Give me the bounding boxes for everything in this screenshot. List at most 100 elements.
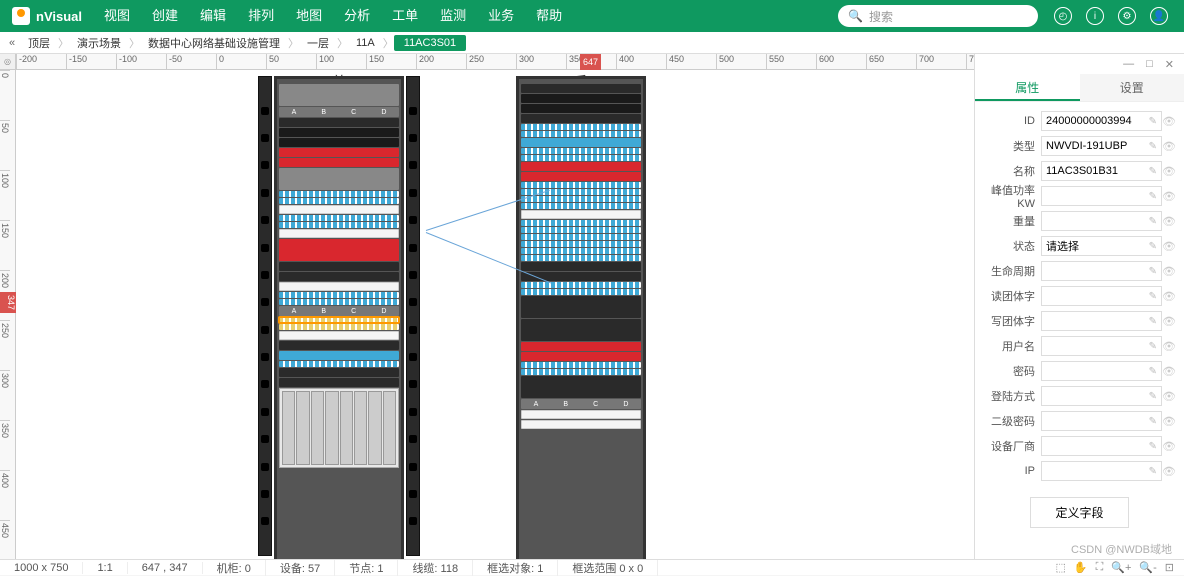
rack-unit[interactable]	[279, 118, 399, 127]
rack-unit[interactable]	[521, 248, 641, 254]
menu-workorder[interactable]: 工单	[382, 0, 428, 32]
rack-unit[interactable]	[521, 342, 641, 351]
rack-unit[interactable]	[279, 138, 399, 147]
prop-input[interactable]: 24000000003994✎	[1041, 111, 1162, 131]
clock-icon[interactable]: ◴	[1054, 7, 1072, 25]
rack-unit[interactable]	[279, 222, 399, 228]
rack-unit[interactable]	[279, 378, 399, 387]
rack-unit[interactable]	[279, 158, 399, 167]
edit-icon[interactable]: ✎	[1149, 116, 1157, 127]
visibility-icon[interactable]: 👁	[1162, 440, 1176, 453]
rack-unit[interactable]	[521, 203, 641, 209]
rack-unit[interactable]	[521, 282, 641, 288]
bc-dc[interactable]: 数据中心网络基础设施管理	[140, 35, 288, 51]
rack-unit[interactable]	[521, 94, 641, 103]
bc-active[interactable]: 11AC3S01	[394, 35, 466, 51]
edit-icon[interactable]: ✎	[1149, 141, 1157, 152]
prop-input[interactable]: NWVDI-191UBP✎	[1041, 136, 1162, 156]
visibility-icon[interactable]: 👁	[1162, 315, 1176, 328]
rack-unit[interactable]	[279, 331, 399, 340]
panel-max-icon[interactable]: □	[1146, 58, 1153, 70]
rack-unit[interactable]	[521, 319, 641, 341]
rack-unit[interactable]	[279, 168, 399, 190]
rack-unit[interactable]	[279, 262, 399, 271]
rack-unit[interactable]	[521, 182, 641, 188]
edit-icon[interactable]: ✎	[1149, 291, 1157, 302]
rack-unit[interactable]	[521, 262, 641, 271]
search-input[interactable]: 🔍 搜索	[838, 5, 1038, 27]
rack-unit[interactable]	[521, 104, 641, 113]
prop-input[interactable]: ✎	[1041, 211, 1162, 231]
edit-icon[interactable]: ✎	[1149, 466, 1157, 477]
prop-input[interactable]: ✎	[1041, 361, 1162, 381]
rack-unit[interactable]	[521, 296, 641, 318]
prop-input[interactable]: ✎	[1041, 411, 1162, 431]
visibility-icon[interactable]: 👁	[1162, 115, 1176, 128]
menu-help[interactable]: 帮助	[526, 0, 572, 32]
prop-input[interactable]: ✎	[1041, 336, 1162, 356]
edit-icon[interactable]: ✎	[1149, 391, 1157, 402]
rack-unit[interactable]	[521, 369, 641, 375]
rack-unit[interactable]	[279, 351, 399, 360]
visibility-icon[interactable]: 👁	[1162, 140, 1176, 153]
tool-pointer-icon[interactable]: ⬚	[1055, 561, 1065, 574]
edit-icon[interactable]: ✎	[1149, 441, 1157, 452]
tool-zoomin-icon[interactable]: 🔍+	[1111, 561, 1131, 574]
visibility-icon[interactable]: 👁	[1162, 415, 1176, 428]
rack-unit[interactable]	[279, 84, 399, 106]
rack-unit[interactable]	[279, 282, 399, 291]
rack-unit[interactable]	[521, 376, 641, 398]
rack-unit-label[interactable]: ABCD	[521, 399, 641, 409]
rack-front[interactable]: ABCD	[274, 76, 404, 559]
edit-icon[interactable]: ✎	[1149, 341, 1157, 352]
rack-unit[interactable]	[521, 114, 641, 123]
menu-create[interactable]: 创建	[142, 0, 188, 32]
visibility-icon[interactable]: 👁	[1162, 215, 1176, 228]
prop-input[interactable]: ✎	[1041, 386, 1162, 406]
user-icon[interactable]: 👤	[1150, 7, 1168, 25]
menu-map[interactable]: 地图	[286, 0, 332, 32]
rack-unit[interactable]	[521, 131, 641, 137]
visibility-icon[interactable]: 👁	[1162, 240, 1176, 253]
custom-field-button[interactable]: 定义字段	[1030, 497, 1128, 528]
edit-icon[interactable]: ✎	[1149, 166, 1157, 177]
prop-input[interactable]: ✎	[1041, 286, 1162, 306]
tab-settings[interactable]: 设置	[1080, 74, 1184, 101]
rack-unit[interactable]	[279, 198, 399, 204]
rack-unit[interactable]	[521, 255, 641, 261]
edit-icon[interactable]: ✎	[1149, 266, 1157, 277]
rack-unit[interactable]	[521, 138, 641, 147]
rack-unit[interactable]	[521, 210, 641, 219]
rack-unit[interactable]	[521, 162, 641, 171]
rack-unit[interactable]	[521, 241, 641, 247]
tab-properties[interactable]: 属性	[975, 74, 1080, 101]
visibility-icon[interactable]: 👁	[1162, 265, 1176, 278]
edit-icon[interactable]: ✎	[1149, 366, 1157, 377]
bc-floor[interactable]: 一层	[299, 35, 337, 51]
visibility-icon[interactable]: 👁	[1162, 390, 1176, 403]
rack-unit[interactable]	[279, 229, 399, 238]
gear-icon[interactable]: ⚙	[1118, 7, 1136, 25]
prop-input[interactable]: ✎	[1041, 436, 1162, 456]
rack-unit[interactable]	[521, 420, 641, 429]
panel-min-icon[interactable]: —	[1123, 58, 1134, 70]
rack-unit[interactable]	[521, 220, 641, 226]
rack-unit[interactable]	[279, 299, 399, 305]
rack-unit-selected[interactable]	[279, 317, 399, 323]
prop-input[interactable]: ✎	[1041, 461, 1162, 481]
rack-unit[interactable]	[279, 128, 399, 137]
info-icon[interactable]: i	[1086, 7, 1104, 25]
bc-top[interactable]: 顶层	[20, 35, 58, 51]
rack-unit[interactable]	[521, 124, 641, 130]
rack-unit[interactable]	[279, 292, 399, 298]
edit-icon[interactable]: ✎	[1149, 316, 1157, 327]
rack-unit-label[interactable]: ABCD	[279, 107, 399, 117]
rack-unit[interactable]	[521, 84, 641, 93]
rack-unit[interactable]	[521, 352, 641, 361]
rack-unit[interactable]	[521, 234, 641, 240]
tool-fit-icon[interactable]: ⊡	[1165, 561, 1174, 574]
visibility-icon[interactable]: 👁	[1162, 465, 1176, 478]
rack-unit[interactable]	[279, 341, 399, 350]
tool-zoomout-icon[interactable]: 🔍-	[1139, 561, 1156, 574]
menu-analyze[interactable]: 分析	[334, 0, 380, 32]
